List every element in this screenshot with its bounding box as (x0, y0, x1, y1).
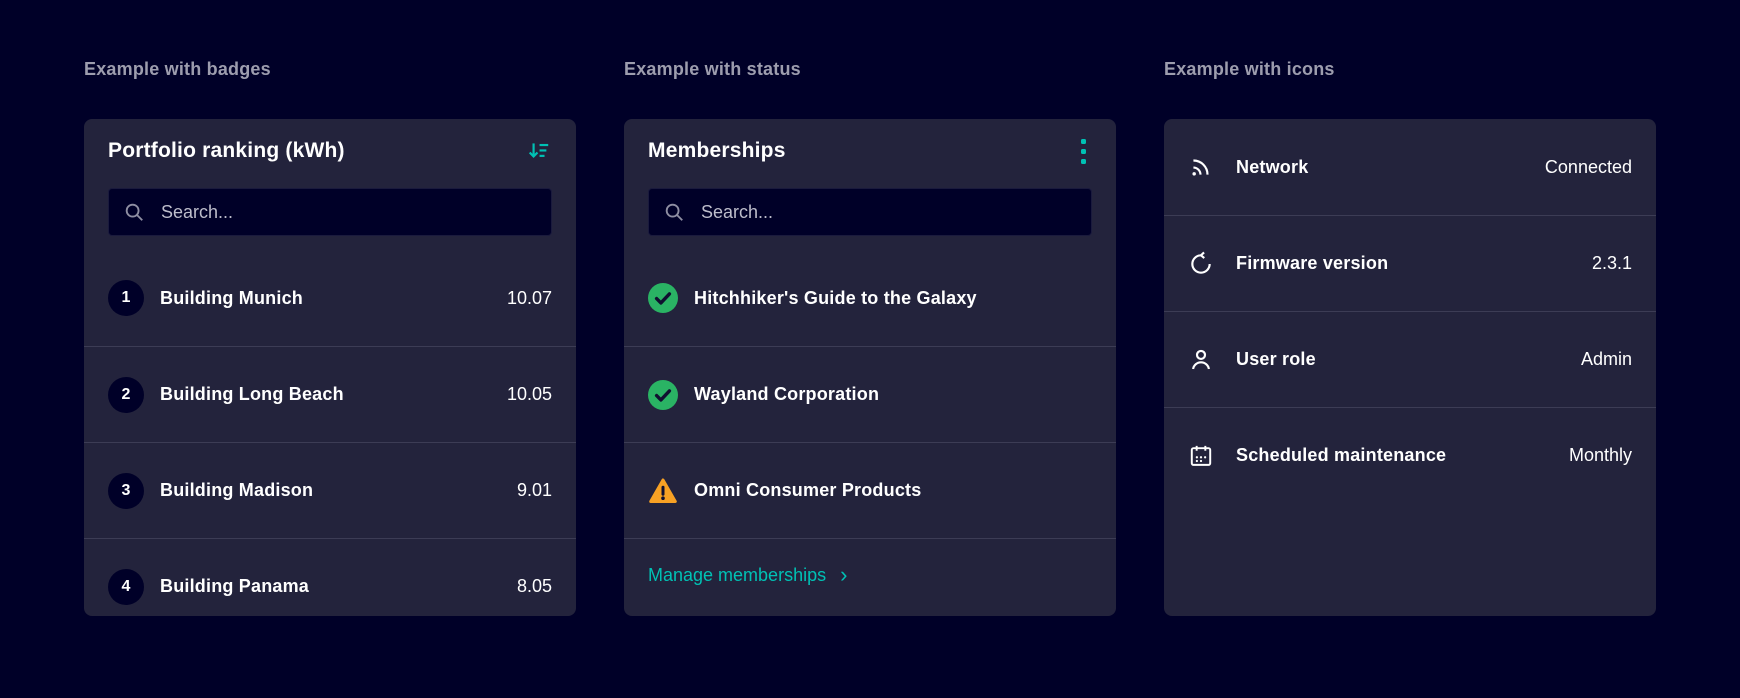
warning-triangle-icon (648, 476, 678, 506)
search-bar (108, 188, 552, 236)
portfolio-ranking-card: Portfolio ranking (kWh) Search... 1 Buil… (84, 119, 576, 616)
item-name: Building Madison (160, 480, 314, 500)
info-value: 2.3.1 (1591, 253, 1632, 273)
list-item[interactable]: 2 Building Long Beach 10.05 (84, 346, 576, 442)
item-value: 10.07 (506, 287, 552, 308)
memberships-card: Memberships Search... Hitchhiker's Guide… (624, 119, 1116, 616)
list-item[interactable]: Omni Consumer Products (624, 442, 1116, 538)
item-value: 9.01 (516, 480, 552, 500)
search-bar (648, 188, 1092, 236)
network-icon (1188, 154, 1214, 180)
card-footer: Manage memberships › (624, 538, 1116, 612)
section-heading-status: Example with status (624, 59, 801, 79)
section-icons: Example with icons Network Connected Fir… (1164, 57, 1656, 616)
ranking-list: 1 Building Munich 10.07 2 Building Long … (84, 250, 576, 616)
item-name: Building Munich (160, 287, 303, 308)
info-label: Scheduled maintenance (1236, 445, 1447, 465)
section-heading-icons: Example with icons (1164, 59, 1335, 79)
search-icon (663, 201, 685, 223)
page-background: Example with badges Portfolio ranking (k… (0, 0, 1740, 698)
search-input[interactable] (699, 200, 1077, 224)
cards-layout: Example with badges Portfolio ranking (k… (84, 57, 1656, 616)
item-name: Wayland Corporation (694, 384, 880, 404)
section-heading-badges: Example with badges (84, 59, 271, 79)
info-label: User role (1236, 349, 1316, 369)
card-header: Portfolio ranking (kWh) (84, 119, 576, 183)
info-value: Admin (1580, 349, 1632, 369)
search-input[interactable] (159, 200, 537, 224)
device-info-card: Network Connected Firmware version 2.3.1 (1164, 119, 1656, 616)
info-value: Connected (1544, 156, 1632, 177)
item-name: Building Panama (160, 576, 310, 596)
item-name: Hitchhiker's Guide to the Galaxy (694, 287, 977, 308)
check-circle-icon (648, 283, 678, 313)
list-item[interactable]: 3 Building Madison 9.01 (84, 442, 576, 538)
card-title: Portfolio ranking (kWh) (108, 139, 345, 162)
info-row-network: Network Connected (1164, 119, 1656, 215)
search-icon (123, 201, 145, 223)
item-name: Omni Consumer Products (694, 480, 922, 500)
rank-badge: 1 (108, 280, 144, 316)
info-label: Firmware version (1236, 253, 1389, 273)
card-header: Memberships (624, 119, 1116, 183)
info-value: Monthly (1568, 445, 1632, 465)
user-icon (1188, 347, 1214, 373)
list-item[interactable]: 1 Building Munich 10.07 (84, 250, 576, 346)
list-item[interactable]: Hitchhiker's Guide to the Galaxy (624, 250, 1116, 346)
list-item[interactable]: Wayland Corporation (624, 346, 1116, 442)
kebab-menu-icon[interactable] (1073, 133, 1094, 170)
info-row-firmware: Firmware version 2.3.1 (1164, 215, 1656, 311)
section-status: Example with status Memberships Search..… (624, 57, 1116, 616)
check-circle-icon (648, 379, 678, 410)
info-row-maintenance: Scheduled maintenance Monthly (1164, 407, 1656, 503)
manage-memberships-link[interactable]: Manage memberships › (648, 561, 848, 587)
item-name: Building Long Beach (160, 384, 344, 404)
info-label: Network (1236, 156, 1309, 177)
rank-badge: 3 (108, 472, 144, 509)
calendar-icon (1188, 443, 1214, 469)
rank-badge: 2 (108, 376, 144, 413)
card-title: Memberships (648, 139, 786, 162)
chevron-right-icon: › (840, 561, 848, 587)
memberships-list: Hitchhiker's Guide to the Galaxy Wayland… (624, 250, 1116, 538)
rank-badge: 4 (108, 568, 144, 605)
firmware-refresh-icon (1188, 251, 1214, 277)
section-badges: Example with badges Portfolio ranking (k… (84, 57, 576, 616)
list-item[interactable]: 4 Building Panama 8.05 (84, 538, 576, 616)
info-row-user-role: User role Admin (1164, 311, 1656, 407)
item-value: 10.05 (506, 384, 552, 404)
sort-descending-icon[interactable] (524, 136, 554, 166)
item-value: 8.05 (516, 576, 552, 596)
link-label: Manage memberships (648, 565, 827, 585)
